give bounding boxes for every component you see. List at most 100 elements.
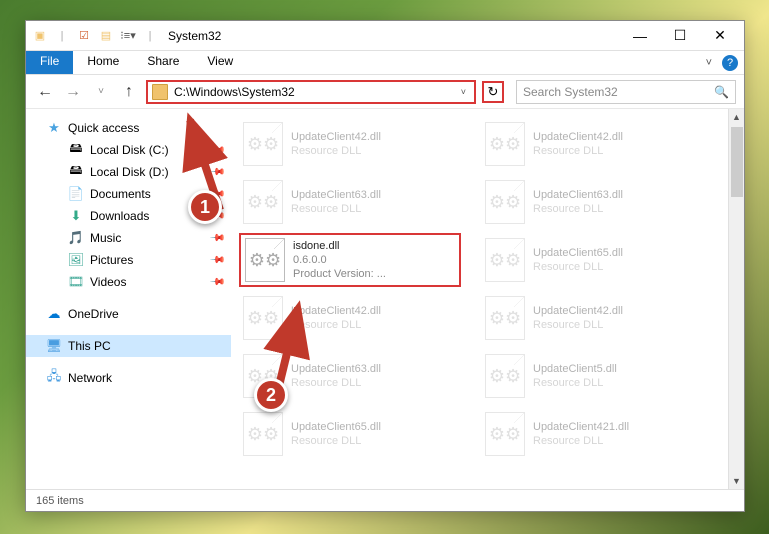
gear-icon: ⚙⚙ — [247, 134, 279, 155]
music-icon: 🎵 — [68, 230, 84, 246]
scroll-down-button[interactable]: ▼ — [729, 473, 744, 489]
address-bar[interactable]: C:\Windows\System32 ˅ — [146, 80, 476, 104]
maximize-button[interactable]: ☐ — [660, 22, 700, 50]
file-item[interactable]: ⚙⚙UpdateClient42.dllResource DLL — [239, 117, 461, 171]
properties-icon[interactable]: ☑ — [74, 26, 94, 46]
file-name: UpdateClient65.dll — [533, 246, 623, 260]
file-item[interactable]: ⚙⚙isdone.dll0.6.0.0Product Version: ... — [239, 233, 461, 287]
up-button[interactable]: ↑ — [118, 81, 140, 103]
file-sub: 0.6.0.0 — [293, 253, 386, 267]
file-name: UpdateClient42.dll — [291, 130, 381, 144]
forward-button[interactable]: → — [62, 81, 84, 103]
file-item[interactable]: ⚙⚙UpdateClient421.dllResource DLL — [481, 407, 703, 461]
file-list-pane: ⚙⚙UpdateClient42.dllResource DLL⚙⚙Update… — [231, 109, 744, 489]
gear-icon: ⚙⚙ — [247, 424, 279, 445]
file-icon: ⚙⚙ — [485, 122, 525, 166]
file-sub: Resource DLL — [533, 434, 629, 448]
sidebar-item-local-disk-d[interactable]: 🖴Local Disk (D:)📌 — [26, 161, 231, 183]
sidebar-onedrive[interactable]: ☁OneDrive — [26, 303, 231, 325]
file-item[interactable]: ⚙⚙UpdateClient63.dllResource DLL — [239, 175, 461, 229]
sidebar-item-music[interactable]: 🎵Music📌 — [26, 227, 231, 249]
sidebar-item-label: OneDrive — [68, 307, 119, 321]
scrollbar[interactable]: ▲ ▼ — [728, 109, 744, 489]
file-icon: ⚙⚙ — [243, 122, 283, 166]
sidebar-item-label: Documents — [90, 187, 151, 201]
file-sub: Resource DLL — [533, 144, 623, 158]
file-icon: ⚙⚙ — [485, 296, 525, 340]
divider-icon: | — [52, 26, 72, 46]
window-title: System32 — [168, 29, 221, 43]
gear-icon: ⚙⚙ — [489, 308, 521, 329]
file-sub: Resource DLL — [533, 202, 623, 216]
tab-home[interactable]: Home — [73, 51, 133, 74]
file-sub: Resource DLL — [291, 434, 381, 448]
sidebar-item-label: This PC — [68, 339, 111, 353]
sidebar-item-pictures[interactable]: 🖼Pictures📌 — [26, 249, 231, 271]
sidebar-network[interactable]: 🖧Network — [26, 367, 231, 389]
search-input[interactable]: Search System32 🔍 — [516, 80, 736, 104]
gear-icon: ⚙⚙ — [247, 308, 279, 329]
refresh-button[interactable]: ↻ — [482, 81, 504, 103]
file-sub: Resource DLL — [291, 376, 381, 390]
sidebar-item-label: Quick access — [68, 121, 139, 135]
minimize-button[interactable]: — — [620, 22, 660, 50]
file-name: UpdateClient42.dll — [533, 130, 623, 144]
file-item[interactable]: ⚙⚙UpdateClient65.dllResource DLL — [481, 233, 703, 287]
file-tab[interactable]: File — [26, 51, 73, 74]
file-item[interactable]: ⚙⚙UpdateClient42.dllResource DLL — [481, 291, 703, 345]
sidebar-item-label: Network — [68, 371, 112, 385]
folder-icon — [152, 84, 168, 100]
file-sub: Resource DLL — [291, 318, 381, 332]
tab-view[interactable]: View — [193, 51, 247, 74]
qa-dropdown-icon[interactable]: ⁝≡▾ — [118, 26, 138, 46]
sidebar-item-videos[interactable]: 🎞Videos📌 — [26, 271, 231, 293]
file-name: UpdateClient42.dll — [291, 304, 381, 318]
ribbon-tabs: File Home Share View ˅ ? — [26, 51, 744, 75]
gear-icon: ⚙⚙ — [247, 192, 279, 213]
file-info: UpdateClient65.dllResource DLL — [291, 420, 381, 449]
recent-locations-button[interactable]: ˅ — [90, 81, 112, 103]
address-path[interactable]: C:\Windows\System32 — [174, 85, 457, 99]
quick-access-toolbar: ▣ | ☑ ▤ ⁝≡▾ | — [30, 26, 160, 46]
file-name: UpdateClient65.dll — [291, 420, 381, 434]
sidebar-quick-access[interactable]: ★ Quick access — [26, 117, 231, 139]
file-sub2: Product Version: ... — [293, 267, 386, 281]
ribbon-expand-icon[interactable]: ˅ — [706, 57, 712, 69]
file-item[interactable]: ⚙⚙ UpdateClient42.dllResource DLL — [239, 291, 461, 345]
search-icon[interactable]: 🔍 — [714, 85, 729, 99]
file-icon: ⚙⚙ — [243, 296, 283, 340]
pin-icon: 📌 — [208, 230, 225, 247]
file-item[interactable]: ⚙⚙ UpdateClient65.dllResource DLL — [239, 407, 461, 461]
file-info: UpdateClient42.dllResource DLL — [291, 304, 381, 333]
file-info: UpdateClient63.dllResource DLL — [291, 362, 381, 391]
file-list[interactable]: ⚙⚙UpdateClient42.dllResource DLL⚙⚙Update… — [231, 109, 744, 469]
sidebar-this-pc[interactable]: 🖥This PC — [26, 335, 231, 357]
file-info: UpdateClient42.dllResource DLL — [533, 130, 623, 159]
scroll-up-button[interactable]: ▲ — [729, 109, 744, 125]
file-info: UpdateClient421.dllResource DLL — [533, 420, 629, 449]
back-button[interactable]: ← — [34, 81, 56, 103]
file-item[interactable]: ⚙⚙UpdateClient5.dllResource DLL — [481, 349, 703, 403]
file-name: UpdateClient63.dll — [533, 188, 623, 202]
help-icon[interactable]: ? — [722, 55, 738, 71]
scroll-thumb[interactable] — [731, 127, 743, 197]
sidebar-item-local-disk-c[interactable]: 🖴Local Disk (C:)📌 — [26, 139, 231, 161]
file-name: UpdateClient421.dll — [533, 420, 629, 434]
file-item[interactable]: ⚙⚙ UpdateClient42.dllResource DLL — [481, 117, 703, 171]
new-folder-icon[interactable]: ▤ — [96, 26, 116, 46]
address-dropdown-icon[interactable]: ˅ — [461, 87, 466, 97]
file-name: isdone.dll — [293, 239, 386, 253]
status-bar: 165 items — [26, 489, 744, 511]
navigation-pane: ★ Quick access 🖴Local Disk (C:)📌 🖴Local … — [26, 109, 231, 489]
file-item[interactable]: ⚙⚙ UpdateClient63.dllResource DLL — [481, 175, 703, 229]
gear-icon: ⚙⚙ — [489, 366, 521, 387]
file-icon: ⚙⚙ — [243, 412, 283, 456]
pin-icon: 📌 — [208, 252, 225, 269]
file-name: UpdateClient42.dll — [533, 304, 623, 318]
video-icon: 🎞 — [68, 274, 84, 290]
gear-icon: ⚙⚙ — [489, 192, 521, 213]
close-button[interactable]: ✕ — [700, 22, 740, 50]
picture-icon: 🖼 — [68, 252, 84, 268]
file-sub: Resource DLL — [533, 260, 623, 274]
tab-share[interactable]: Share — [133, 51, 193, 74]
